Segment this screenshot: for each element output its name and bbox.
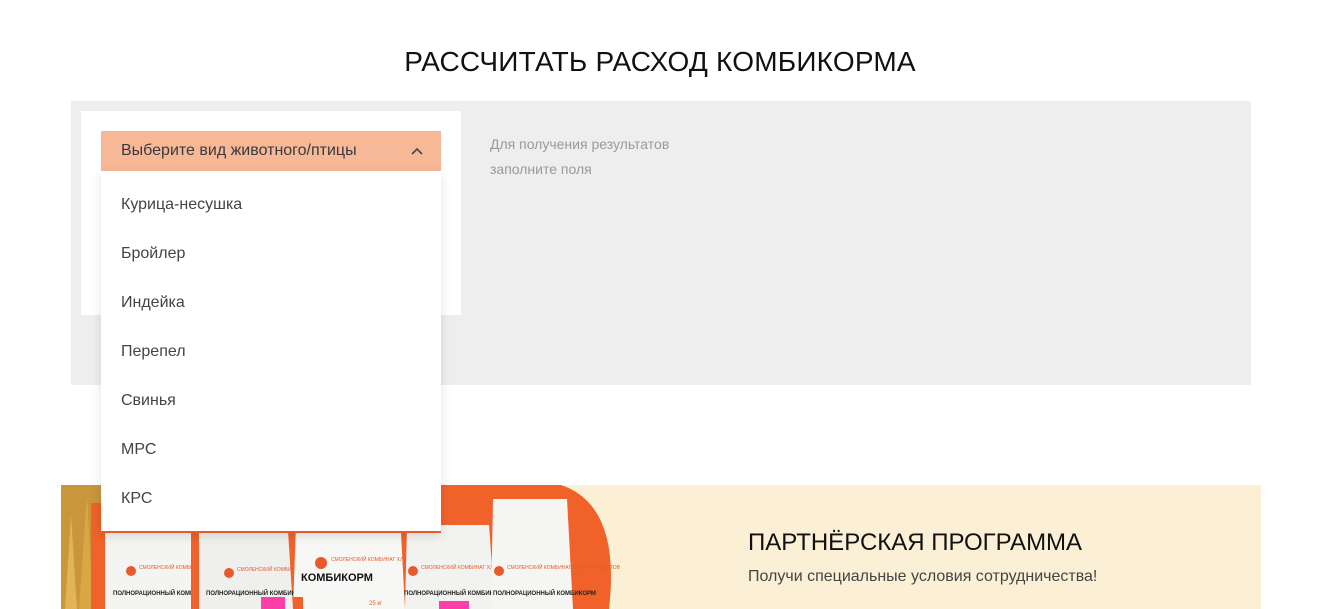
animal-type-select[interactable]: Выберите вид животного/птицы (101, 131, 441, 171)
bag-brand: СМОЛЕНСКИЙ КОМБИНАТ ХЛЕБОПРОДУКТОВ (507, 563, 621, 571)
option-pig[interactable]: Свинья (101, 377, 441, 426)
page: РАССЧИТАТЬ РАСХОД КОМБИКОРМА Выберите ви… (0, 0, 1320, 609)
option-cattle[interactable]: КРС (101, 474, 441, 523)
animal-type-select-label: Выберите вид животного/птицы (121, 142, 357, 159)
option-small-cattle[interactable]: МРС (101, 425, 441, 474)
results-hint-line: Для получения результатов (490, 136, 670, 152)
bag-product: КОМБИКОРМ (301, 572, 373, 584)
option-laying-hen[interactable]: Курица-несушка (101, 181, 441, 230)
partner-subtitle: Получи специальные условия сотрудничеств… (748, 568, 1098, 585)
animal-type-dropdown: Курица-несушка Бройлер Индейка Перепел С… (101, 171, 441, 533)
calculator-title: РАССЧИТАТЬ РАСХОД КОМБИКОРМА (404, 46, 916, 77)
chevron-up-icon (411, 147, 423, 155)
option-turkey[interactable]: Индейка (101, 279, 441, 328)
bag-weight: 25 кг (369, 601, 383, 607)
results-hint-line: заполните поля (490, 161, 592, 177)
bag-product: ПОЛНОРАЦИОННЫЙ КОМБИКОРМ (493, 589, 596, 597)
option-quail[interactable]: Перепел (101, 328, 441, 377)
partner-title: ПАРТНЁРСКАЯ ПРОГРАММА (748, 529, 1083, 556)
option-broiler[interactable]: Бройлер (101, 230, 441, 279)
results-hint: Для получения результатов заполните поля (490, 132, 710, 182)
